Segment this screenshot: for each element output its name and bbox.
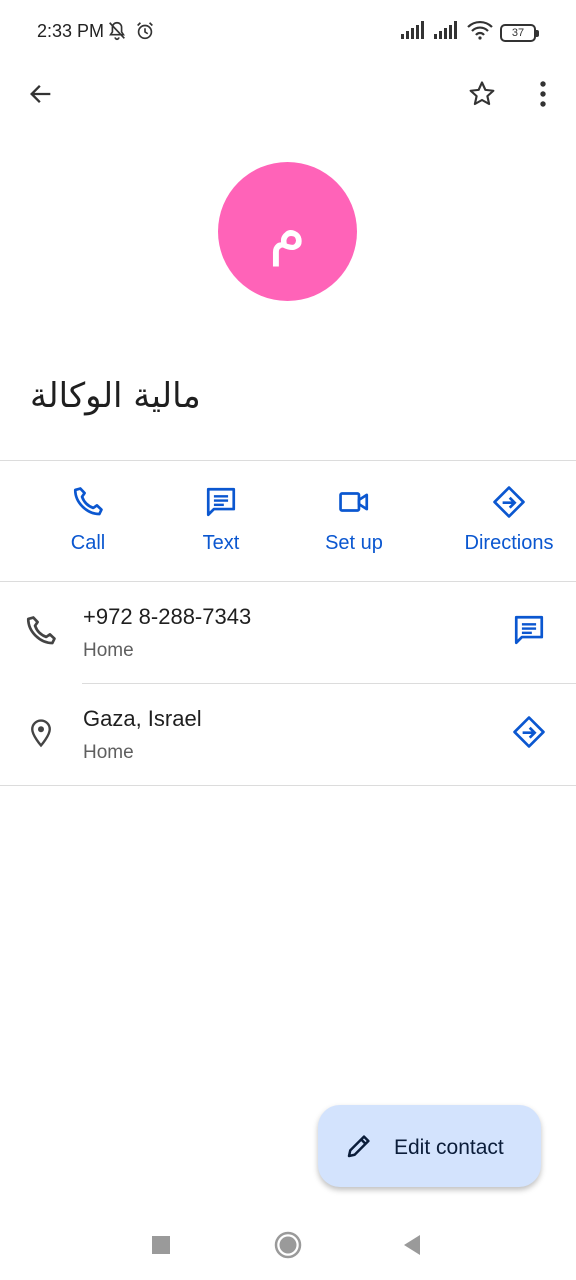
wifi-icon xyxy=(467,20,493,45)
edit-contact-label: Edit contact xyxy=(394,1136,504,1159)
status-bar: 2:33 PM 37 xyxy=(0,0,576,64)
phone-icon xyxy=(70,484,106,520)
back-button[interactable] xyxy=(17,72,65,120)
favorite-button[interactable] xyxy=(458,72,506,120)
address-value: Gaza, Israel xyxy=(83,706,202,731)
status-notification-icons xyxy=(106,20,156,47)
avatar: م xyxy=(218,162,357,301)
video-setup-action[interactable]: Set up xyxy=(266,462,442,582)
edit-pencil-icon xyxy=(344,1131,374,1161)
bell-off-icon xyxy=(106,20,128,47)
divider xyxy=(0,460,576,461)
battery-icon: 37 xyxy=(500,23,539,42)
message-icon xyxy=(512,613,546,652)
divider xyxy=(0,785,576,786)
more-vert-icon xyxy=(538,80,548,113)
videocam-icon xyxy=(336,484,372,520)
phone-number: +972 8-288-7343 xyxy=(83,604,252,629)
home-circle-icon[interactable] xyxy=(270,1227,306,1263)
arrow-back-icon xyxy=(27,80,55,113)
edit-contact-button[interactable]: Edit contact xyxy=(318,1105,541,1187)
call-label: Call xyxy=(70,532,106,554)
quick-actions: Call Text Set up Directions xyxy=(0,462,576,582)
star-outline-icon xyxy=(467,79,497,114)
avatar-letter: م xyxy=(268,196,307,267)
system-nav-bar xyxy=(0,1210,576,1280)
status-time: 2:33 PM xyxy=(37,21,105,41)
signal-icon xyxy=(434,21,460,44)
more-options-button[interactable] xyxy=(519,72,567,120)
phone-row[interactable]: +972 8-288-7343 Home xyxy=(0,582,576,684)
battery-level: 37 xyxy=(511,26,525,39)
set-up-label: Set up xyxy=(325,532,383,554)
send-message-button[interactable] xyxy=(505,608,553,656)
message-icon xyxy=(203,484,239,520)
alarm-icon xyxy=(134,20,156,47)
text-action[interactable]: Text xyxy=(176,462,266,582)
address-row[interactable]: Gaza, Israel Home xyxy=(0,684,576,786)
location-pin-icon xyxy=(22,714,60,752)
text-label: Text xyxy=(202,532,240,554)
directions-icon xyxy=(491,484,527,520)
back-triangle-icon[interactable] xyxy=(394,1227,430,1263)
call-action[interactable]: Call xyxy=(0,462,176,582)
directions-action[interactable]: Directions xyxy=(442,462,576,582)
phone-icon xyxy=(22,612,60,650)
directions-label: Directions xyxy=(464,532,554,554)
contact-name: مالية الوكالة xyxy=(30,376,201,416)
directions-icon xyxy=(512,715,546,754)
phone-type: Home xyxy=(83,640,134,661)
status-system-icons: 37 xyxy=(401,20,539,45)
directions-button[interactable] xyxy=(505,710,553,758)
signal-icon xyxy=(401,21,427,44)
address-type: Home xyxy=(83,742,134,763)
recents-square-icon[interactable] xyxy=(143,1227,179,1263)
